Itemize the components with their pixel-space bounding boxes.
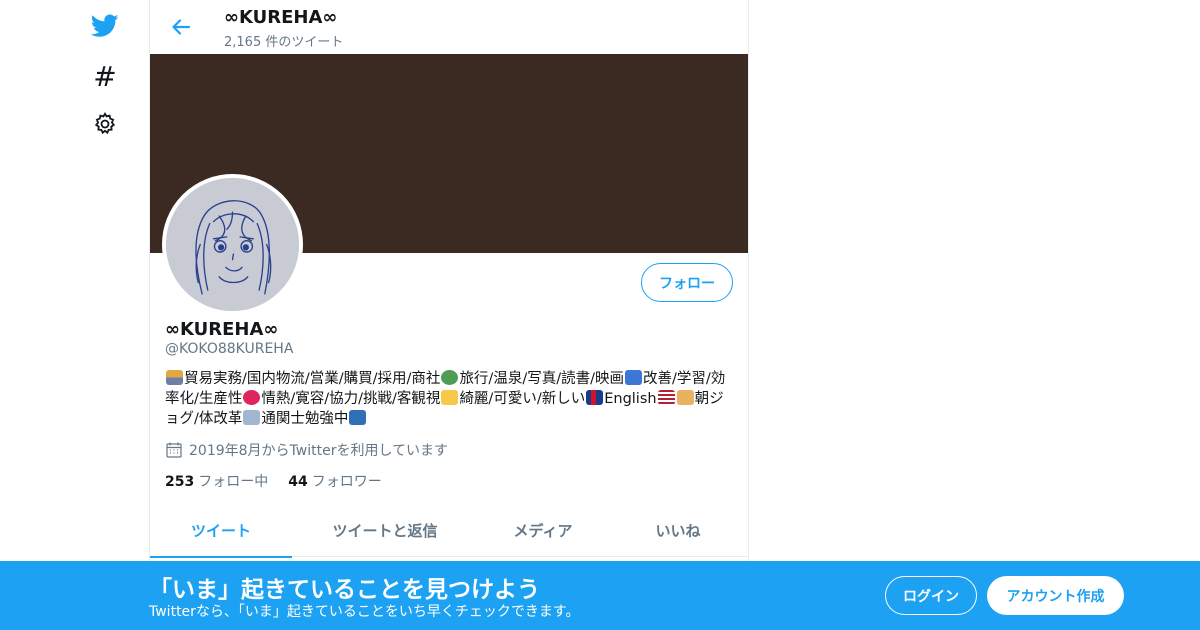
signup-prompt-subtitle: Twitterなら、「いま」起きていることをいち早くチェックできます。 (149, 604, 580, 620)
profile-bio: 貿易実務/国内物流/営業/購買/採用/商社 旅行/温泉/写真/読書/映画 改善/学習… (165, 369, 735, 429)
followers-link[interactable]: 44 フォロワー (288, 471, 381, 491)
heart-emoji-icon (243, 390, 261, 405)
login-button[interactable]: ログイン (885, 576, 977, 615)
avatar[interactable] (162, 174, 303, 315)
header-name: ∞KUREHA∞ (224, 7, 338, 28)
profile-column: ∞KUREHA∞ 2,165 件のツイート フォロー ∞KUREHA∞ @KOK… (149, 0, 749, 630)
header-tweet-count: 2,165 件のツイート (224, 35, 344, 50)
following-count: 253 (165, 474, 195, 490)
signup-prompt-title: 「いま」起きていることを見つけよう (149, 577, 540, 603)
runner-emoji-icon (676, 390, 694, 405)
bio-segment: 通関士勉強中 (261, 411, 349, 427)
followers-count: 44 (288, 474, 308, 490)
bio-segment: 貿易実務/国内物流/営業/購買/採用/商社 (184, 371, 441, 387)
globe-emoji-icon (441, 370, 459, 385)
sparkles-emoji-icon (441, 390, 459, 405)
tab-tweets[interactable]: ツイート (150, 504, 292, 558)
signup-prompt-bar: 「いま」起きていることを見つけよう Twitterなら、「いま」起きていることを… (0, 561, 1200, 630)
uk-flag-emoji-icon (586, 390, 604, 405)
following-label: フォロー中 (198, 474, 269, 490)
followers-label: フォロワー (311, 474, 382, 490)
profile-name: ∞KUREHA∞ (165, 319, 279, 340)
following-link[interactable]: 253 フォロー中 (165, 471, 268, 491)
profile-header-bar: ∞KUREHA∞ 2,165 件のツイート (150, 0, 748, 54)
side-nav: # (80, 0, 130, 630)
airplane-emoji-icon (243, 410, 261, 425)
twitter-bird-icon[interactable] (90, 11, 120, 41)
bio-segment: English (604, 391, 657, 407)
hashtag-icon[interactable]: # (90, 62, 120, 92)
office-worker-emoji-icon (166, 370, 183, 385)
profile-tabs: ツイート ツイートと返信 メディア いいね (150, 504, 748, 558)
joined-date: 2019年8月からTwitterを利用しています (165, 440, 448, 460)
back-arrow-icon[interactable] (168, 14, 194, 40)
signup-button[interactable]: アカウント作成 (987, 576, 1124, 615)
anchor-emoji-icon (349, 410, 367, 425)
tab-media[interactable]: メディア (478, 504, 608, 557)
follow-stats: 253 フォロー中 44 フォロワー (165, 471, 402, 491)
follow-button[interactable]: フォロー (641, 263, 733, 302)
tab-tweets-and-replies[interactable]: ツイートと返信 (292, 504, 478, 557)
joined-text: 2019年8月からTwitterを利用しています (189, 443, 449, 459)
gear-icon[interactable] (90, 109, 120, 139)
calendar-icon (166, 442, 182, 458)
bio-segment: 綺麗/可愛い/新しい (459, 391, 586, 407)
bio-segment: 情熱/寛容/協力/挑戦/客観視 (261, 391, 441, 407)
up-button-emoji-icon (624, 370, 642, 385)
us-flag-emoji-icon (657, 390, 675, 405)
tab-likes[interactable]: いいね (608, 504, 748, 557)
profile-handle: @KOKO88KUREHA (165, 341, 294, 357)
bio-segment: 旅行/温泉/写真/読書/映画 (459, 371, 624, 387)
